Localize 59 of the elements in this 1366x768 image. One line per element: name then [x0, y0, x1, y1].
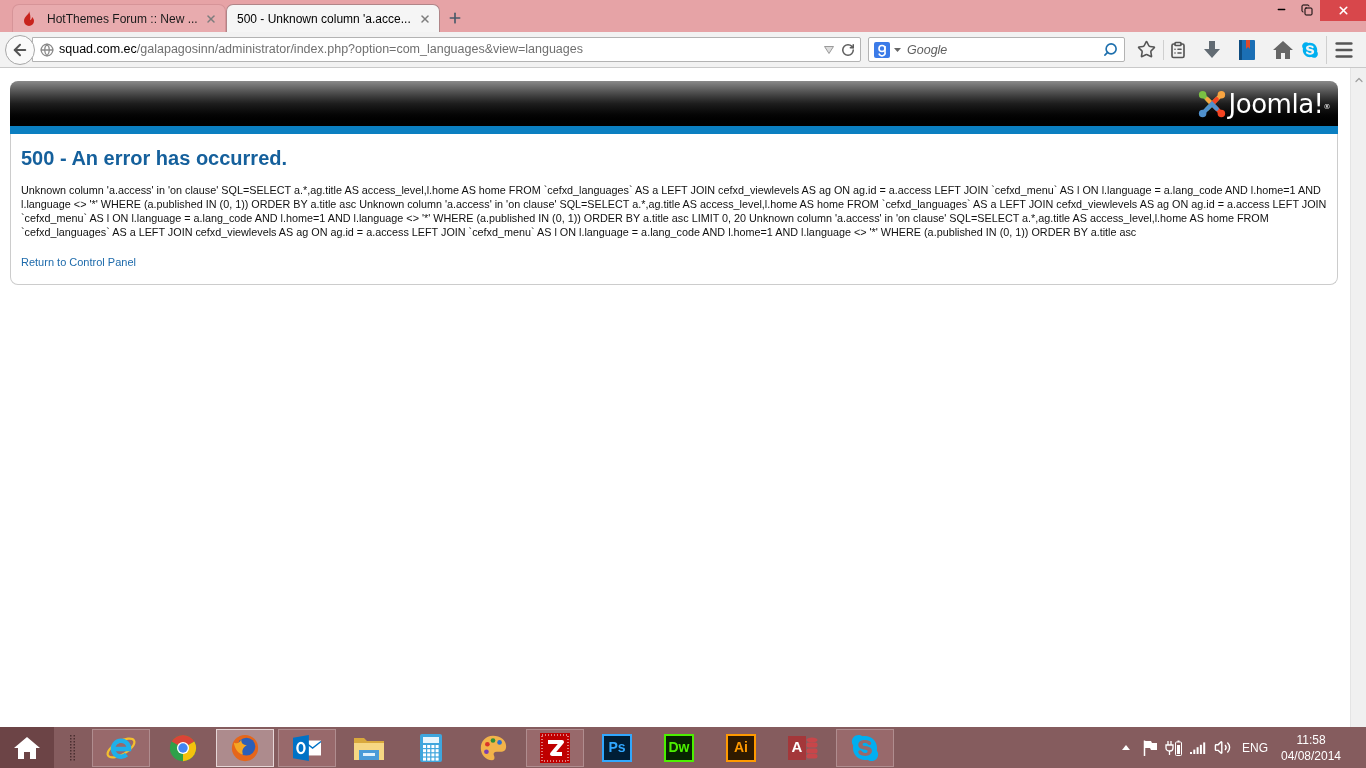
taskbar-button[interactable]: [92, 728, 150, 767]
search-engine-icon[interactable]: [874, 41, 890, 58]
clipboard-icon: [1168, 40, 1187, 59]
envelope-o-icon: [292, 733, 322, 762]
flame-icon: [23, 10, 35, 27]
app-logo: Ai: [726, 733, 756, 762]
error-message: Unknown column 'a.access' in 'on clause' SQL=SELECT a.*,ag.title AS access_level,l.home AS home FROM `cefxd_languages` AS a LEFT JOIN cefxd_viewlevels AS ag ON ag.id = a.access LEFT JOIN `cefxd_menu` AS l ON l.language = a.lang_code AND l.home=1 AND l.language <> '*' WHERE (a.published IN (0, 1)) ORDER BY a.title asc Unknown column 'a.access' in 'on clause' SQL=SELECT a.*,ag.title AS access_level,l.home AS home FROM `cefxd_languages` AS a LEFT JOIN cefxd_viewlevels AS ag ON ag.id = a.access LEFT JOIN `cefxd_menu` AS l ON l.language = a.lang_code AND l.home=1 AND l.language <> '*' WHERE (a.published IN (0, 1)) ORDER BY a.title asc LIMIT 0, 20 Unknown column 'a.access' in 'on clause' SQL=SELECT a.*,ag.title AS access_level,l.home AS home FROM `cefxd_languages` AS a LEFT JOIN cefxd_viewlevels AS ag ON ag.id = a.access LEFT JOIN `cefxd_menu` AS l ON l.language = a.lang_code AND l.home=1 AND l.language <> '*' WHERE (a.published IN (0, 1)) ORDER BY a.title asc: [21, 183, 1327, 239]
globe-icon: [40, 42, 54, 57]
browser-tab[interactable]: HotThemes Forum :: New ...: [12, 4, 226, 32]
logo-text: Joomla!$^{®}$: [1228, 90, 1330, 117]
star-icon: [1136, 40, 1156, 59]
start-button[interactable]: [0, 727, 54, 768]
speaker-icon[interactable]: [1213, 739, 1231, 756]
home-icon: [1273, 40, 1293, 59]
ring-logo-icon: [168, 732, 198, 763]
restore-icon: [1301, 4, 1313, 16]
dropdown-icon[interactable]: [824, 45, 834, 54]
taskbar-button[interactable]: [526, 728, 584, 767]
z-logo-icon: [540, 732, 570, 763]
grip-icon: [69, 734, 75, 761]
address-field[interactable]: squad.com.ec/galapagosinn/administrator/index.php?option=com_languages&view=languages: [32, 37, 861, 62]
flag-icon[interactable]: [1143, 739, 1157, 756]
s-cloud-icon: [850, 732, 880, 763]
url-text: squad.com.ec/galapagosinn/administrator/index.php?option=com_languages&view=languages: [59, 41, 583, 59]
taskbar-button[interactable]: Ai: [712, 728, 770, 767]
book-icon: [1239, 39, 1255, 60]
close-icon[interactable]: [419, 12, 431, 25]
clock-time[interactable]: 11:58: [1296, 731, 1326, 748]
home-icon: [14, 736, 40, 759]
scrollbar[interactable]: [1350, 68, 1366, 727]
database-icon: [806, 736, 818, 759]
taskbar-button[interactable]: Ps: [588, 728, 646, 767]
caret-down-icon[interactable]: [894, 47, 901, 52]
taskbar-button[interactable]: A: [774, 728, 832, 767]
app-logo: A: [788, 735, 806, 760]
taskbar-button[interactable]: [278, 728, 336, 767]
search-field[interactable]: Google: [868, 37, 1125, 62]
close-icon: [1336, 4, 1350, 17]
s-cloud-icon: [1301, 40, 1319, 59]
app-logo: Dw: [664, 733, 694, 762]
search-icon[interactable]: [1103, 42, 1118, 57]
battery-plug-icon[interactable]: [1165, 739, 1183, 756]
knot-logo-icon: [1196, 88, 1227, 119]
back-button[interactable]: [5, 34, 35, 65]
plus-icon: [447, 10, 463, 26]
calculator-icon: [419, 732, 443, 763]
search-input[interactable]: Google: [907, 39, 1103, 60]
browser-tab[interactable]: 500 - Unknown column 'a.acce...: [226, 4, 440, 32]
signal-bars-icon[interactable]: [1190, 741, 1206, 754]
taskbar-button[interactable]: Dw: [650, 728, 708, 767]
globe-logo-icon: [230, 732, 260, 763]
app-logo: Ps: [602, 733, 632, 762]
error-heading: 500 - An error has occurred.: [21, 146, 289, 170]
clock-date[interactable]: 04/08/2014: [1280, 747, 1342, 764]
return-link[interactable]: Return to Control Panel: [21, 256, 136, 268]
reload-icon[interactable]: [841, 42, 855, 57]
language-indicator[interactable]: ENG: [1234, 738, 1276, 757]
download-icon: [1204, 41, 1220, 58]
caret-up-icon[interactable]: [1122, 745, 1130, 750]
